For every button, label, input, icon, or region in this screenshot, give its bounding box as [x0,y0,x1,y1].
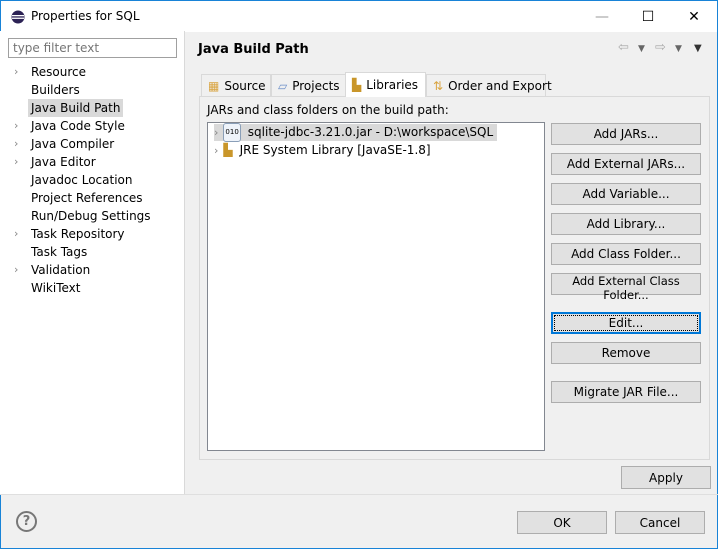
minimize-button[interactable]: — [579,1,625,32]
sidebar-item[interactable]: Java Compiler [28,135,117,153]
build-path-label: JARs and class folders on the build path… [207,103,449,117]
add-variable-button[interactable]: Add Variable... [551,183,701,205]
expand-chevron-icon[interactable]: › [14,135,24,153]
sidebar-item[interactable]: Validation [28,261,93,279]
library-icon: ▙ [352,78,362,92]
add-external-class-folder-button[interactable]: Add External Class Folder... [551,273,701,302]
library-icon: ▙ [223,143,233,157]
expand-chevron-icon[interactable]: › [14,261,24,279]
expand-chevron-icon[interactable]: › [14,117,24,135]
back-arrow-icon[interactable]: ⇦ [618,40,629,55]
sidebar-item[interactable]: Java Editor [28,153,99,171]
tree-row[interactable]: › ▙ JRE System Library [JavaSE-1.8] [214,142,433,159]
filter-input[interactable] [8,38,177,58]
edit-button[interactable]: Edit... [551,312,701,334]
expand-chevron-icon[interactable]: › [214,142,218,159]
expand-chevron-icon[interactable]: › [14,153,24,171]
sidebar-item[interactable]: WikiText [28,279,84,297]
order-icon: ⇅ [433,79,444,93]
expand-chevron-icon[interactable]: › [214,124,218,141]
help-icon[interactable]: ? [16,511,37,532]
close-button[interactable]: ✕ [671,1,717,32]
sidebar-item[interactable]: Builders [28,81,83,99]
source-folder-icon: ▦ [208,79,220,93]
add-library-button[interactable]: Add Library... [551,213,701,235]
expand-chevron-icon[interactable]: › [14,63,24,81]
maximize-button[interactable]: ☐ [625,1,671,32]
ok-button[interactable]: OK [517,511,607,534]
view-menu-icon[interactable]: ▼ [694,43,702,54]
sidebar-item[interactable]: Project References [28,189,146,207]
cancel-button[interactable]: Cancel [615,511,705,534]
apply-button[interactable]: Apply [621,466,711,489]
tab-projects[interactable]: ▱ Projects [271,74,346,97]
window-title: Properties for SQL [31,9,140,23]
add-external-jars-button[interactable]: Add External JARs... [551,153,701,175]
eclipse-icon [11,10,25,24]
remove-button[interactable]: Remove [551,342,701,364]
jar-icon: 010 [223,123,241,142]
sidebar-item[interactable]: Task Repository [28,225,128,243]
sidebar-item[interactable]: Task Tags [28,243,90,261]
forward-arrow-icon[interactable]: ⇨ [655,40,666,55]
footer-divider [0,494,718,495]
folder-icon: ▱ [278,79,288,93]
tab-libraries[interactable]: ▙ Libraries [345,72,426,97]
page-title: Java Build Path [198,42,309,57]
add-class-folder-button[interactable]: Add Class Folder... [551,243,701,265]
add-jars-button[interactable]: Add JARs... [551,123,701,145]
expand-chevron-icon[interactable]: › [14,225,24,243]
tab-source[interactable]: ▦ Source [201,74,271,97]
library-tree[interactable]: › 010 sqlite-jdbc-3.21.0.jar - D:\worksp… [207,122,545,451]
tab-order-and-export[interactable]: ⇅ Order and Export [426,74,552,97]
tree-row[interactable]: › 010 sqlite-jdbc-3.21.0.jar - D:\worksp… [214,123,498,142]
sidebar-item[interactable]: Resource [28,63,89,81]
sidebar-item[interactable]: Run/Debug Settings [28,207,154,225]
sidebar-item[interactable]: Java Code Style [28,117,128,135]
sidebar-item[interactable]: Javadoc Location [28,171,135,189]
migrate-jar-file-button[interactable]: Migrate JAR File... [551,381,701,403]
title-bar: Properties for SQL — ☐ ✕ [1,1,717,32]
forward-menu-chevron-icon[interactable]: ▼ [675,44,682,54]
back-menu-chevron-icon[interactable]: ▼ [638,44,645,54]
sidebar-item[interactable]: Java Build Path [28,99,124,117]
